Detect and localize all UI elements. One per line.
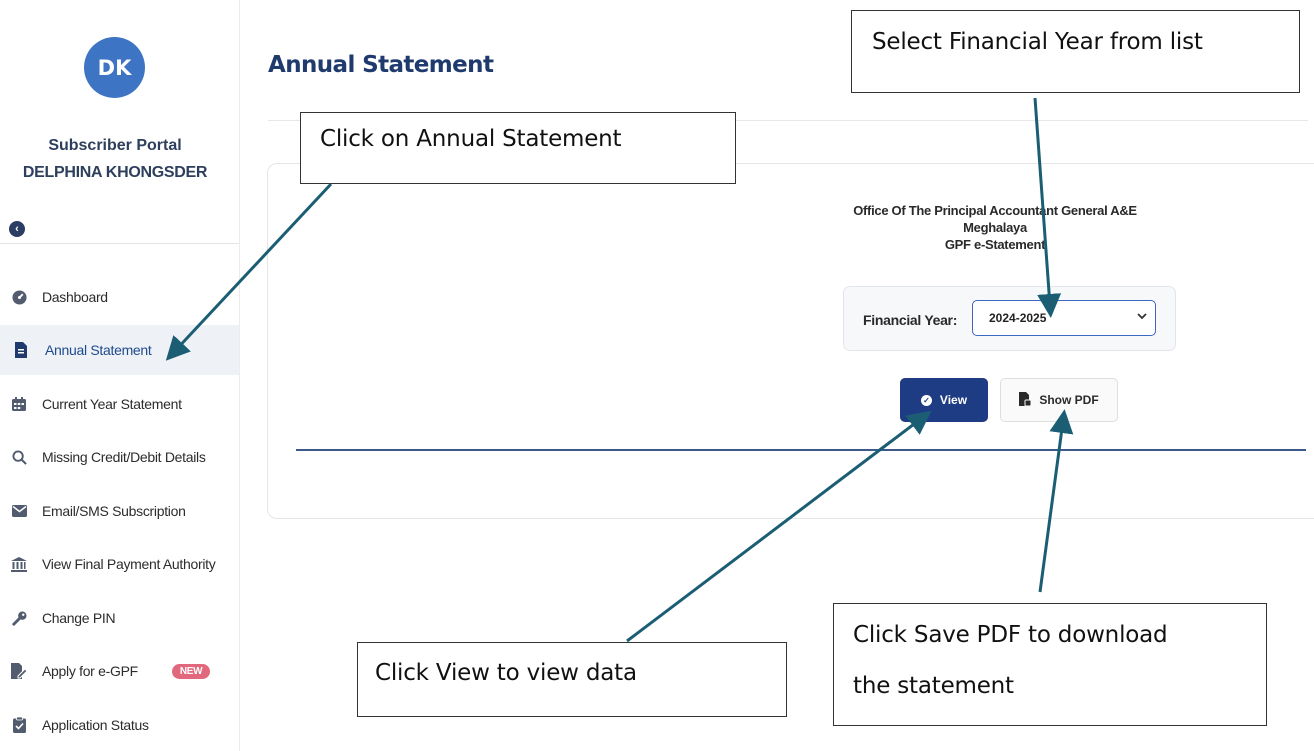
file-edit-icon <box>10 662 28 680</box>
avatar: DK <box>84 37 145 98</box>
card-separator <box>296 449 1306 451</box>
financial-year-value: 2024-2025 <box>989 311 1047 325</box>
office-title: Office Of The Principal Accountant Gener… <box>853 203 1137 218</box>
sidebar-item-label: Dashboard <box>42 289 108 305</box>
callout-text: the statement <box>853 673 1014 699</box>
sidebar-item-current-year-statement[interactable]: Current Year Statement <box>0 379 239 429</box>
sidebar-item-label: Change PIN <box>42 610 116 626</box>
statement-type: GPF e-Statement <box>944 237 1046 252</box>
collapse-sidebar-icon[interactable]: ‹ <box>9 221 25 237</box>
sidebar-item-label: Annual Statement <box>45 342 152 358</box>
view-button[interactable]: ✓ View <box>900 378 988 422</box>
sidebar-item-email-sms[interactable]: Email/SMS Subscription <box>0 486 239 536</box>
sidebar-item-label: View Final Payment Authority <box>42 556 216 572</box>
sidebar-item-label: Email/SMS Subscription <box>42 503 186 519</box>
new-badge: NEW <box>171 663 211 679</box>
sidebar-item-label: Missing Credit/Debit Details <box>42 449 206 465</box>
callout-view: Click View to view data <box>357 642 787 717</box>
sidebar-item-application-status[interactable]: Application Status <box>0 700 239 750</box>
financial-year-select[interactable]: 2024-2025 <box>972 300 1156 336</box>
sidebar-item-missing-credit-debit[interactable]: Missing Credit/Debit Details <box>0 432 239 482</box>
sidebar-item-apply-egpf[interactable]: Apply for e-GPF NEW <box>0 646 239 696</box>
callout-text: Click Save PDF to download <box>853 622 1168 648</box>
sidebar-item-label: Application Status <box>42 717 149 733</box>
sidebar-item-label: Current Year Statement <box>42 396 182 412</box>
sidebar-item-annual-statement[interactable]: Annual Statement <box>0 325 239 375</box>
file-document-icon <box>12 341 30 359</box>
callout-save-pdf: Click Save PDF to download the statement <box>833 603 1267 726</box>
sidebar: DK Subscriber Portal DELPHINA KHONGSDER … <box>0 0 240 751</box>
page-title: Annual Statement <box>268 52 494 78</box>
clipboard-check-icon <box>10 716 28 734</box>
envelope-icon <box>10 502 28 520</box>
financial-year-label: Financial Year: <box>863 312 958 328</box>
bank-building-icon <box>10 555 28 573</box>
user-name: DELPHINA KHONGSDER <box>22 164 208 181</box>
callout-text: Click on Annual Statement <box>320 126 622 152</box>
calendar-icon <box>10 395 28 413</box>
sidebar-item-change-pin[interactable]: Change PIN <box>0 593 239 643</box>
view-check-icon: ✓ <box>920 394 932 406</box>
sidebar-item-dashboard[interactable]: Dashboard <box>0 272 239 322</box>
chevron-down-icon <box>1137 311 1147 324</box>
sidebar-item-final-payment-authority[interactable]: View Final Payment Authority <box>0 539 239 589</box>
callout-financial-year: Select Financial Year from list <box>851 10 1300 93</box>
office-state: Meghalaya <box>963 220 1027 235</box>
show-pdf-label: Show PDF <box>1039 393 1099 407</box>
view-button-label: View <box>939 393 968 407</box>
portal-title: Subscriber Portal <box>48 137 182 154</box>
show-pdf-button[interactable]: Show PDF <box>1000 378 1118 422</box>
callout-text: Select Financial Year from list <box>872 29 1203 55</box>
sidebar-divider <box>0 243 239 244</box>
sidebar-item-label: Apply for e-GPF <box>42 663 138 679</box>
callout-annual-statement: Click on Annual Statement <box>300 112 736 184</box>
key-icon <box>10 609 28 627</box>
callout-text: Click View to view data <box>375 660 637 686</box>
pdf-file-icon <box>1019 391 1032 409</box>
dashboard-gauge-icon <box>10 288 28 306</box>
search-icon <box>10 448 28 466</box>
